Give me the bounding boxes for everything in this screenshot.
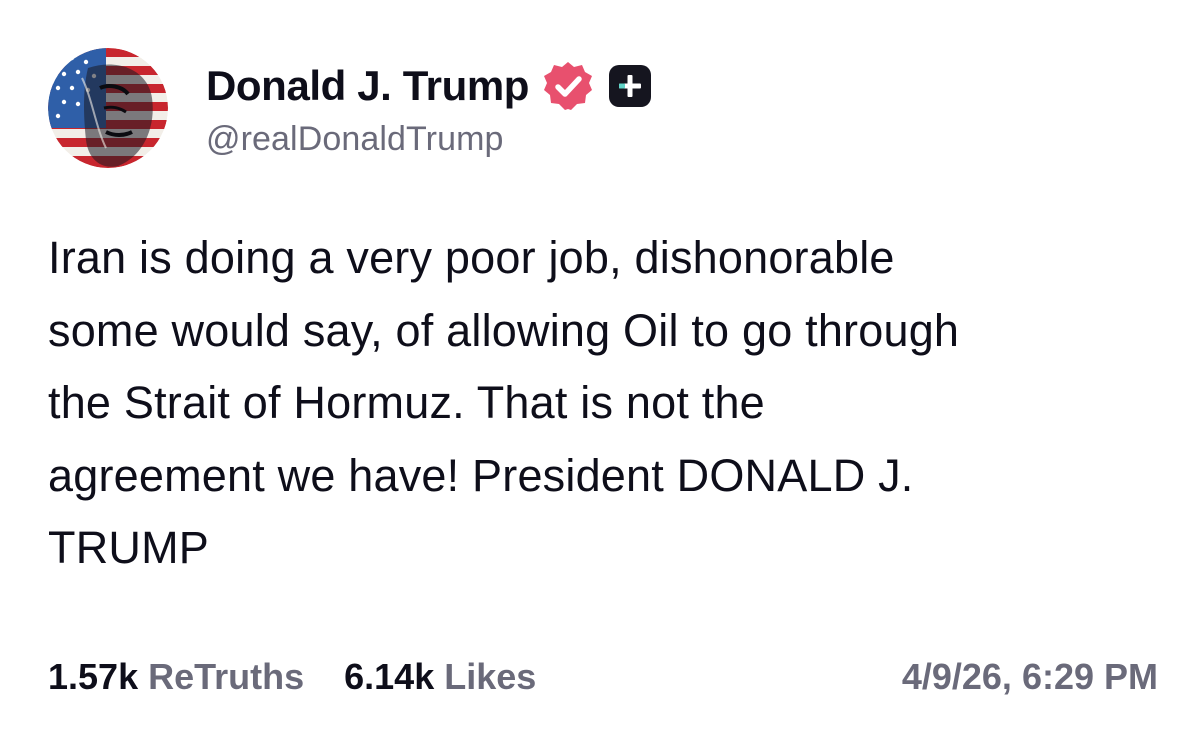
post-footer: 1.57k ReTruths 6.14k Likes 4/9/26, 6:29 … (48, 652, 1158, 702)
verified-badge-icon (541, 59, 595, 113)
post-text: Iran is doing a very poor job, dishonora… (48, 232, 960, 573)
display-name[interactable]: Donald J. Trump (206, 62, 529, 110)
plus-badge-icon (609, 64, 652, 107)
likes-label: Likes (444, 656, 537, 697)
likes-count: 6.14k (344, 656, 435, 697)
retruths-label: ReTruths (148, 656, 305, 697)
retruths-count: 1.57k (48, 656, 139, 697)
name-row: Donald J. Trump (206, 58, 652, 114)
author-identity: Donald J. Trump @realDonaldTrump (206, 58, 652, 159)
flag-portrait-icon (48, 48, 168, 168)
author-handle[interactable]: @realDonaldTrump (206, 120, 651, 159)
avatar[interactable] (48, 48, 168, 168)
retruths-stat[interactable]: 1.57k ReTruths (48, 656, 304, 698)
likes-stat[interactable]: 6.14k Likes (344, 656, 536, 698)
post-timestamp: 4/9/26, 6:29 PM (901, 656, 1158, 697)
post-card: Donald J. Trump @realDonaldTrump Iran is… (0, 0, 1190, 744)
post-header: Donald J. Trump @realDonaldTrump (48, 46, 652, 170)
